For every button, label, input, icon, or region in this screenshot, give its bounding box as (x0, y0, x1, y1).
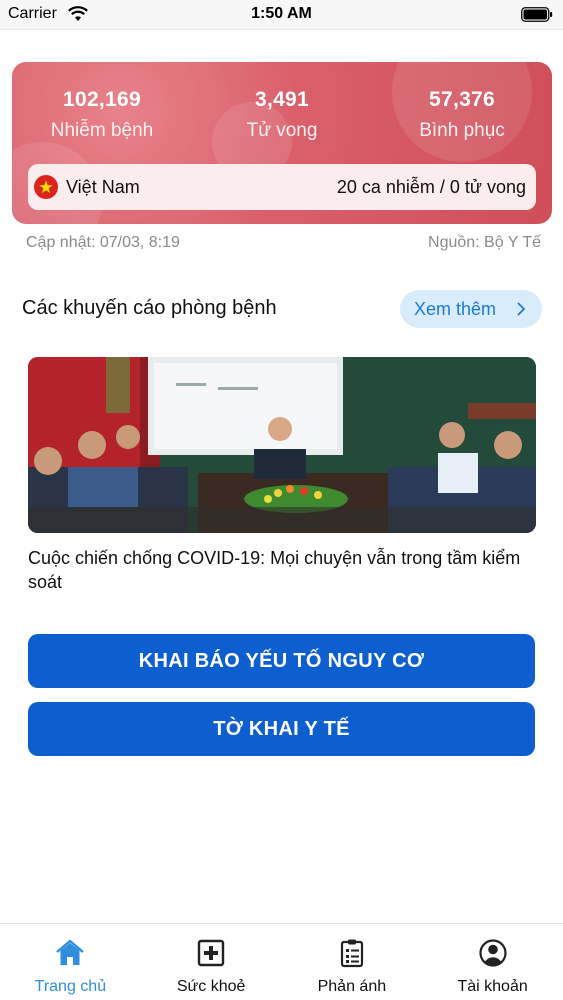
clock: 1:50 AM (251, 5, 312, 22)
recovered-stat: 57,376 Bình phục (372, 88, 552, 142)
tab-feedback[interactable]: Phản ánh (282, 924, 423, 1000)
tab-home[interactable]: Trang chủ (0, 924, 141, 1000)
stats-card: 102,169 Nhiễm bệnh 3,491 Tử vong 57,376 … (12, 62, 552, 224)
health-declaration-button[interactable]: TỜ KHAI Y TẾ (28, 702, 535, 756)
tab-health[interactable]: Sức khoẻ (141, 924, 282, 1000)
vietnam-flag-icon (34, 175, 58, 199)
home-icon (56, 939, 85, 965)
tab-bar: Trang chủ Sức khoẻ Phản ánh Tài khoản (0, 923, 563, 1000)
recovered-label: Bình phục (419, 120, 505, 141)
see-more-label: Xem thêm (414, 298, 497, 319)
news-caption[interactable]: Cuộc chiến chống COVID-19: Mọi chuyện vẫ… (28, 546, 538, 594)
news-photo[interactable] (28, 357, 536, 533)
clipboard-icon (340, 939, 363, 968)
medical-cross-icon (197, 939, 225, 967)
updated-time: Cập nhật: 07/03, 8:19 (26, 234, 180, 251)
declare-risk-button[interactable]: KHAI BÁO YẾU TỐ NGUY CƠ (28, 634, 535, 688)
chevron-right-icon (517, 302, 526, 316)
data-source: Nguồn: Bộ Y Tế (428, 234, 541, 251)
account-icon (479, 939, 507, 967)
tab-account-label: Tài khoản (457, 978, 528, 995)
infected-label: Nhiễm bệnh (50, 120, 154, 141)
home-screen: Carrier 1:50 AM 102,169 Nhiễm bệnh 3,491… (0, 0, 563, 1000)
see-more-button[interactable]: Xem thêm (400, 290, 542, 328)
deaths-stat: 3,491 Tử vong (192, 88, 372, 142)
infected-count: 102,169 (62, 88, 141, 111)
deaths-count: 3,491 (254, 88, 310, 111)
recommendations-title: Các khuyến cáo phòng bệnh (22, 297, 277, 319)
battery-icon (521, 7, 553, 22)
recovered-count: 57,376 (428, 88, 496, 111)
update-info: Cập nhật: 07/03, 8:19 Nguồn: Bộ Y Tế (26, 234, 541, 252)
tab-feedback-label: Phản ánh (317, 978, 387, 995)
country-name: Việt Nam (66, 176, 140, 197)
infected-stat: 102,169 Nhiễm bệnh (12, 88, 192, 142)
country-summary[interactable]: Việt Nam 20 ca nhiễm / 0 tử vong (28, 164, 536, 210)
tab-health-label: Sức khoẻ (176, 978, 246, 995)
country-case-summary: 20 ca nhiễm / 0 tử vong (336, 176, 526, 197)
status-bar: Carrier 1:50 AM (0, 0, 563, 30)
deaths-label: Tử vong (246, 120, 318, 141)
tab-account[interactable]: Tài khoản (422, 924, 563, 1000)
tab-home-label: Trang chủ (34, 978, 107, 995)
